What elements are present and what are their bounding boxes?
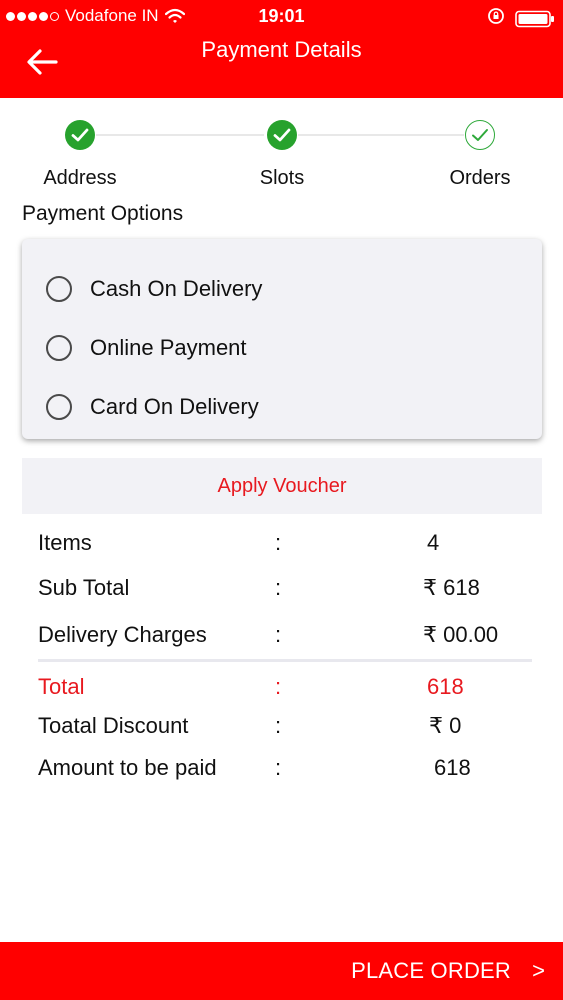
chevron-right-icon: > (532, 958, 545, 983)
payment-option-card-on-delivery[interactable]: Card On Delivery (46, 387, 259, 427)
summary-row-delivery-charges: Delivery Charges : ₹ 00.00 (0, 620, 563, 650)
place-order-label: PLACE ORDER (351, 958, 511, 983)
summary-colon: : (275, 622, 282, 647)
summary-value: 4 (427, 530, 440, 555)
summary-divider (38, 659, 532, 662)
summary-label: Sub Total (38, 575, 130, 600)
summary-value: ₹ 618 (423, 575, 480, 600)
summary-label: Total (38, 674, 85, 699)
summary-row-amount-to-be-paid: Amount to be paid : 618 (0, 753, 563, 783)
apply-voucher-button[interactable]: Apply Voucher (22, 458, 542, 514)
step-connector (96, 134, 264, 136)
summary-row-total: Total : 618 (0, 672, 563, 702)
payment-option-online-payment[interactable]: Online Payment (46, 328, 247, 368)
summary-colon: : (275, 575, 282, 600)
summary-colon: : (275, 674, 282, 699)
status-right (487, 7, 555, 30)
summary-value: ₹ 00.00 (423, 622, 499, 647)
summary-value: ₹ 0 (429, 713, 462, 738)
summary-label: Toatal Discount (38, 713, 189, 738)
summary-value: 618 (434, 755, 471, 780)
summary-colon: : (275, 755, 282, 780)
summary-row-sub-total: Sub Total : ₹ 618 (0, 573, 563, 603)
payment-options-title: Payment Options (22, 202, 184, 225)
summary-row-items: Items : 4 (0, 528, 563, 558)
nav-bar: Payment Details (0, 34, 563, 98)
step-connector (298, 134, 464, 136)
place-order-button[interactable]: PLACE ORDER > (0, 942, 563, 1000)
summary-label: Delivery Charges (38, 622, 207, 647)
payment-option-label: Cash On Delivery (90, 276, 263, 301)
payment-option-label: Online Payment (90, 335, 247, 360)
payment-option-label: Card On Delivery (90, 394, 259, 419)
payment-option-cash-on-delivery[interactable]: Cash On Delivery (46, 269, 262, 309)
summary-colon: : (275, 530, 282, 555)
step-label-address: Address (43, 167, 117, 189)
step-orders-check-outline-icon (465, 120, 495, 150)
step-address-check-icon (65, 120, 95, 150)
battery-icon (515, 10, 555, 28)
step-label-slots: Slots (259, 167, 305, 189)
rotation-lock-icon (487, 7, 505, 30)
page-title: Payment Details (201, 37, 362, 62)
step-label-orders: Orders (449, 167, 511, 189)
status-bar: Vodafone IN 19:01 (0, 0, 563, 34)
radio-unselected-icon[interactable] (46, 394, 72, 420)
radio-unselected-icon[interactable] (46, 276, 72, 302)
step-slots-check-icon (267, 120, 297, 150)
radio-unselected-icon[interactable] (46, 335, 72, 361)
checkout-stepper: Address Slots Orders (0, 118, 563, 198)
status-time: 19:01 (258, 6, 305, 26)
summary-label: Amount to be paid (38, 755, 217, 780)
payment-options-card: Cash On Delivery Online Payment Card On … (22, 239, 542, 439)
summary-row-total-discount: Toatal Discount : ₹ 0 (0, 711, 563, 741)
summary-value: 618 (427, 674, 464, 699)
summary-label: Items (38, 530, 92, 555)
summary-colon: : (275, 713, 282, 738)
